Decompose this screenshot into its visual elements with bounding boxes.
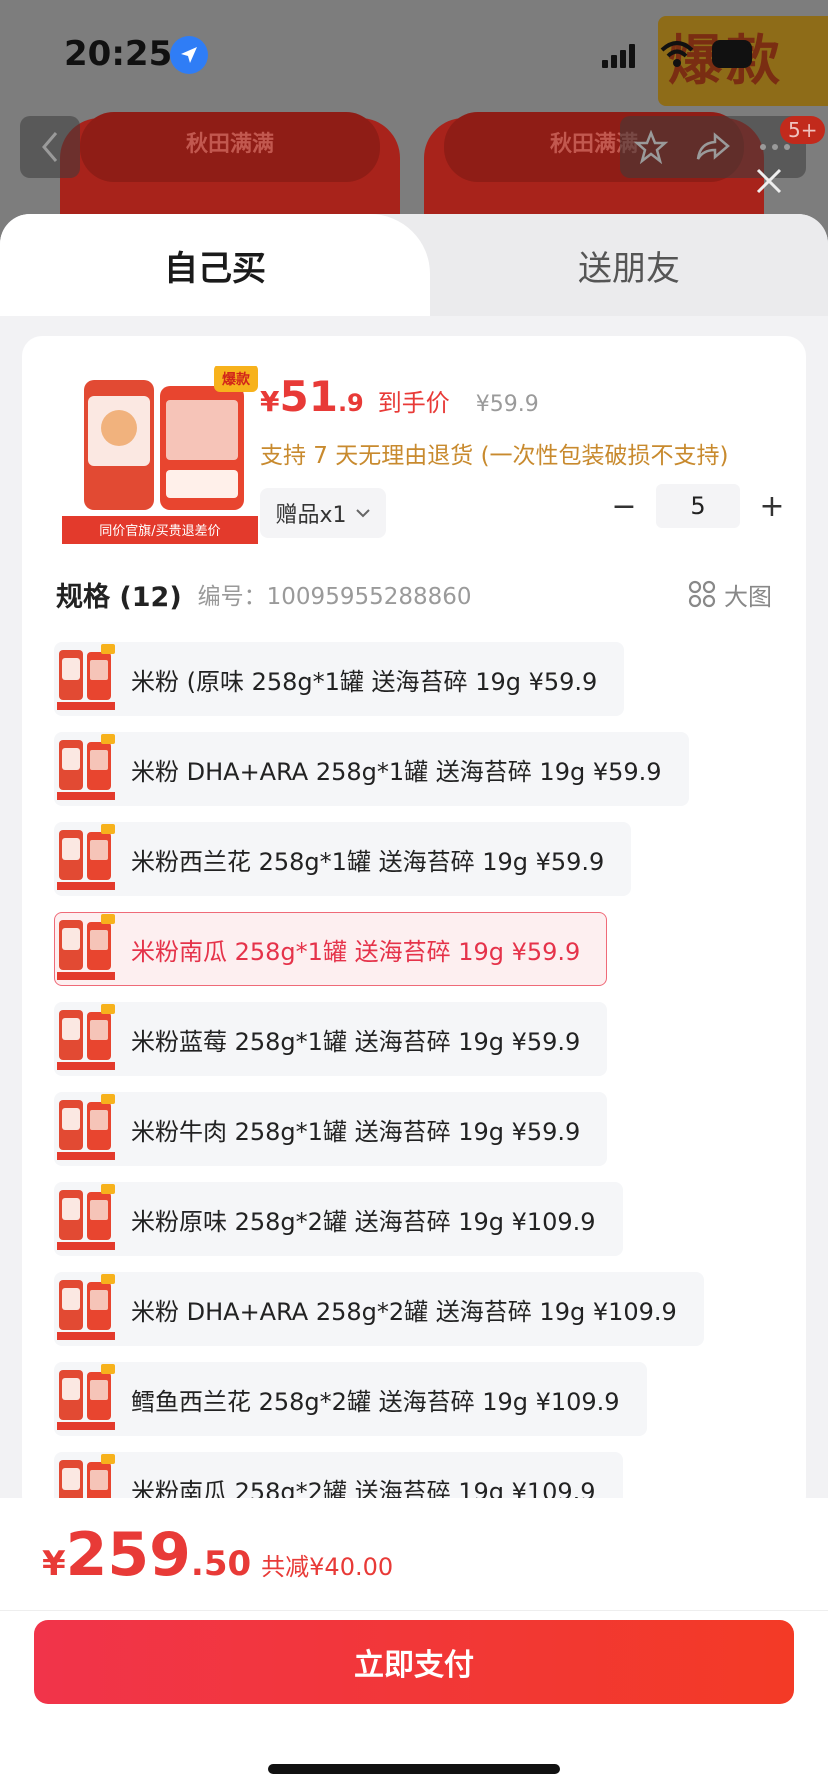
spec-header: 规格 (12) 编号：10095955288860 大图 [56, 572, 772, 616]
quantity-value[interactable]: 5 [656, 484, 740, 528]
spec-thumbnail [57, 1094, 115, 1160]
gift-selector[interactable]: 赠品x1 [260, 488, 386, 538]
price-tag: 到手价 [377, 389, 450, 417]
spec-row: 米粉蓝莓 258g*1罐 送海苔碎 19g ¥59.9 [54, 1002, 774, 1092]
spec-option-label: 鳕鱼西兰花 258g*2罐 送海苔碎 19g ¥109.9 [131, 1387, 620, 1416]
spec-option-label: 米粉南瓜 258g*1罐 送海苔碎 19g ¥59.9 [131, 937, 581, 966]
message-count-badge: 5+ [780, 116, 826, 144]
spec-row: 米粉南瓜 258g*1罐 送海苔碎 19g ¥59.9 [54, 912, 774, 1002]
spec-thumbnail [57, 1184, 115, 1250]
footer-divider [0, 1610, 828, 1611]
purchase-tabs: 送朋友 自己买 [0, 214, 828, 316]
location-arrow-icon [170, 36, 208, 74]
cellular-signal-icon [602, 44, 635, 68]
spec-thumbnail [57, 1274, 115, 1340]
image-promo-banner: 同价官旗/买贵退差价 [99, 523, 220, 539]
home-indicator [268, 1764, 560, 1774]
favorite-star-icon[interactable] [633, 130, 668, 164]
total-currency: ¥ [42, 1544, 66, 1584]
big-view-toggle[interactable]: 大图 [688, 577, 772, 612]
close-icon [756, 168, 782, 194]
total-price: ¥ 259 .50 共减¥40.00 [42, 1520, 393, 1590]
spec-title: 规格 (12) [56, 581, 182, 613]
battery-icon [712, 40, 752, 68]
more-dots-icon[interactable] [758, 142, 792, 152]
spec-option[interactable]: 米粉 DHA+ARA 258g*2罐 送海苔碎 19g ¥109.9 [54, 1272, 704, 1346]
spec-option-label: 米粉西兰花 258g*1罐 送海苔碎 19g ¥59.9 [131, 847, 605, 876]
spec-row: 米粉西兰花 258g*1罐 送海苔碎 19g ¥59.9 [54, 822, 774, 912]
product-code: 编号：10095955288860 [197, 584, 472, 610]
spec-option-label: 米粉原味 258g*2罐 送海苔碎 19g ¥109.9 [131, 1207, 596, 1236]
pay-now-button[interactable]: 立即支付 [34, 1620, 794, 1704]
back-button[interactable] [20, 116, 80, 178]
spec-option[interactable]: 米粉牛肉 258g*1罐 送海苔碎 19g ¥59.9 [54, 1092, 608, 1166]
spec-option[interactable]: 米粉西兰花 258g*1罐 送海苔碎 19g ¥59.9 [54, 822, 632, 896]
quantity-decrease-button[interactable]: − [602, 484, 646, 528]
spec-list: 米粉 (原味 258g*1罐 送海苔碎 19g ¥59.9 米粉 DHA+ARA … [54, 642, 774, 1516]
wifi-icon [660, 41, 694, 67]
spec-thumbnail [57, 734, 115, 800]
gift-label: 赠品x1 [275, 503, 347, 528]
spec-option-label: 米粉牛肉 258g*1罐 送海苔碎 19g ¥59.9 [131, 1117, 581, 1146]
original-price: ¥59.9 [475, 392, 539, 417]
spec-thumbnail [57, 824, 115, 890]
spec-row: 米粉牛肉 258g*1罐 送海苔碎 19g ¥59.9 [54, 1092, 774, 1182]
spec-option[interactable]: 米粉南瓜 258g*1罐 送海苔碎 19g ¥59.9 [54, 912, 608, 986]
price-integer: 51 [279, 372, 338, 421]
share-icon[interactable] [695, 131, 731, 163]
quantity-increase-button[interactable]: + [750, 484, 794, 528]
spec-option[interactable]: 鳕鱼西兰花 258g*2罐 送海苔碎 19g ¥109.9 [54, 1362, 647, 1436]
grid-view-icon [688, 580, 716, 608]
price-decimal: .9 [337, 389, 364, 417]
unit-price: ¥ 51 .9 到手价 ¥59.9 [260, 372, 539, 421]
total-savings: 共减¥40.00 [261, 1553, 394, 1581]
close-sheet-button[interactable] [752, 164, 786, 198]
spec-thumbnail [57, 1004, 115, 1070]
spec-row: 米粉 DHA+ARA 258g*2罐 送海苔碎 19g ¥109.9 [54, 1272, 774, 1362]
total-integer: 259 [65, 1520, 191, 1590]
spec-option-label: 米粉 (原味 258g*1罐 送海苔碎 19g ¥59.9 [131, 667, 598, 696]
spec-option[interactable]: 米粉 DHA+ARA 258g*1罐 送海苔碎 19g ¥59.9 [54, 732, 689, 806]
quantity-stepper: − 5 + [602, 482, 794, 530]
status-bar: 20:25 [0, 0, 828, 110]
spec-option[interactable]: 米粉原味 258g*2罐 送海苔碎 19g ¥109.9 [54, 1182, 623, 1256]
brand-logo: 秋田满满 [185, 132, 274, 157]
spec-option[interactable]: 米粉蓝莓 258g*1罐 送海苔碎 19g ¥59.9 [54, 1002, 608, 1076]
spec-option-label: 米粉 DHA+ARA 258g*1罐 送海苔碎 19g ¥59.9 [131, 757, 662, 786]
price-currency: ¥ [260, 385, 280, 418]
total-decimal: .50 [190, 1544, 252, 1584]
spec-option-label: 米粉蓝莓 258g*1罐 送海苔碎 19g ¥59.9 [131, 1027, 581, 1056]
chevron-left-icon [42, 132, 58, 162]
return-policy: 支持 7 天无理由退货 (一次性包装破损不支持) [260, 443, 729, 469]
status-time: 20:25 [64, 34, 173, 74]
image-hot-badge: 爆款 [222, 371, 251, 388]
spec-thumbnail [57, 1364, 115, 1430]
product-thumbnail: 同价官旗/买贵退差价 爆款 [62, 366, 258, 544]
checkout-footer: ¥ 259 .50 共减¥40.00 立即支付 [0, 1498, 828, 1792]
sku-card: 同价官旗/买贵退差价 爆款 ¥ 51 .9 到手价 ¥59.9 支持 7 天无理… [22, 336, 806, 1516]
big-view-label: 大图 [724, 582, 772, 611]
chevron-down-icon [355, 509, 370, 518]
spec-row: 米粉 DHA+ARA 258g*1罐 送海苔碎 19g ¥59.9 [54, 732, 774, 822]
spec-option[interactable]: 米粉 (原味 258g*1罐 送海苔碎 19g ¥59.9 [54, 642, 625, 716]
spec-thumbnail [57, 914, 115, 980]
spec-row: 米粉原味 258g*2罐 送海苔碎 19g ¥109.9 [54, 1182, 774, 1272]
spec-option-label: 米粉 DHA+ARA 258g*2罐 送海苔碎 19g ¥109.9 [131, 1297, 677, 1326]
spec-thumbnail [57, 644, 115, 710]
tab-gift-friend[interactable]: 送朋友 [430, 214, 828, 316]
tab-buy-self[interactable]: 自己买 [0, 214, 430, 316]
spec-row: 鳕鱼西兰花 258g*2罐 送海苔碎 19g ¥109.9 [54, 1362, 774, 1452]
spec-row: 米粉 (原味 258g*1罐 送海苔碎 19g ¥59.9 [54, 642, 774, 732]
